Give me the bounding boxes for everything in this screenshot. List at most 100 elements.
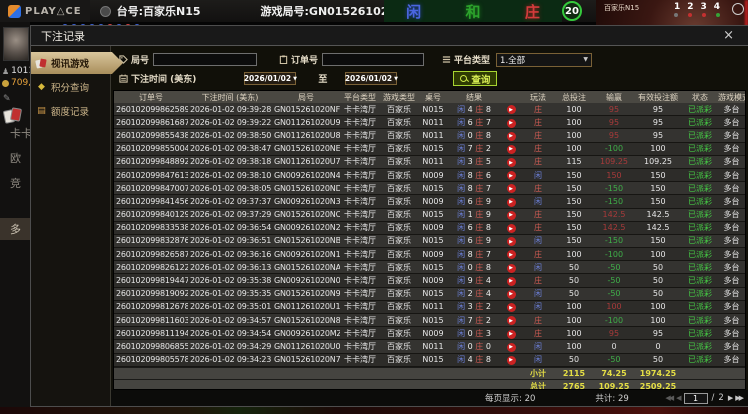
platform-type-label: 平台类型 (442, 53, 490, 66)
close-icon[interactable]: × (719, 29, 738, 42)
sidebar-item-1[interactable]: ◆ 积分查询 (31, 76, 110, 98)
replay-icon[interactable]: ▶ (506, 131, 516, 141)
subtotal-label: 小计 (530, 369, 546, 378)
lobby-nav-item[interactable]: 欧 (0, 150, 30, 166)
sidebar-item-2[interactable]: ▤ 额度记录 (31, 100, 110, 122)
replay-icon[interactable]: ▶ (506, 197, 516, 207)
platform-type: 卡卡湾厅 (344, 170, 376, 180)
edit-icon[interactable]: ✎ (3, 94, 11, 104)
coin-icon (2, 79, 9, 87)
total-bet: 150 (566, 196, 582, 206)
bet-area-player[interactable]: 闲 (406, 1, 421, 22)
order-filter-label: 订单号 (279, 53, 318, 66)
table-row: 260102099840129 2026-01-02 09:37:29 GN0152… (114, 208, 745, 222)
replay-icon[interactable]: ▶ (506, 342, 516, 352)
round-number: GN015261020N8 (274, 315, 340, 325)
total-bet: 100 (566, 341, 582, 351)
table-number: N015 (422, 355, 444, 365)
round-number: GN015261020NB (274, 236, 340, 246)
replay-icon[interactable]: ▶ (506, 224, 516, 234)
replay-icon[interactable]: ▶ (506, 144, 516, 154)
replay-icon[interactable]: ▶ (506, 158, 516, 168)
bet-time: 2026-01-02 09:38:18 (190, 157, 272, 167)
replay-icon[interactable]: ▶ (506, 237, 516, 247)
round-number: GN011261020U0 (274, 341, 340, 351)
round-number: GN015261020N9 (274, 289, 340, 299)
play-type: 庄 (534, 315, 542, 325)
replay-icon[interactable]: ▶ (506, 276, 516, 286)
user-id: 1011 (11, 66, 30, 76)
replay-icon[interactable]: ▶ (506, 316, 516, 326)
table-number: N011 (422, 130, 444, 140)
replay-icon[interactable]: ▶ (506, 289, 516, 299)
lobby-nav-item[interactable]: 卡卡 (0, 125, 30, 141)
round-number-input[interactable] (153, 53, 258, 66)
order-number: 260102099862589 (116, 104, 188, 114)
bet-area-banker[interactable]: 庄 (525, 1, 540, 22)
prev-page-icon[interactable]: ◀ (676, 394, 682, 402)
date-from-value: 2026/01/02 (243, 74, 292, 83)
table-row: 260102099811194 2026-01-02 09:34:54 GN0092… (114, 327, 745, 341)
status-badge: 已派彩 (688, 328, 712, 338)
total-bet: 150 (566, 210, 582, 220)
order-number-input[interactable] (322, 53, 425, 66)
status-badge: 已派彩 (688, 289, 712, 299)
table-number: N009 (422, 223, 444, 233)
play-type: 庄 (534, 249, 542, 259)
replay-icon[interactable]: ▶ (506, 263, 516, 273)
replay-cell: ▶ (500, 157, 522, 168)
column-header: 桌号 (425, 92, 441, 102)
lobby-nav-item[interactable]: 竞 (0, 175, 30, 191)
platform-type-select[interactable]: 1.全部 ▼ (496, 52, 593, 67)
bet-time: 2026-01-02 09:36:51 (190, 236, 272, 246)
valid-bet: 100 (650, 249, 666, 259)
round-number: GN011261020U1 (274, 302, 340, 312)
platform-type: 卡卡湾厅 (344, 210, 376, 220)
round-filter-label: 局号 (119, 53, 149, 66)
bet-area-tie[interactable]: 和 (465, 1, 480, 22)
bet-records-table: 订单号 下注时间 (美东) 局号 平台类型 游戏类型 桌号 结果 玩法 总投注 输赢 有效投注额 状态… (113, 90, 746, 390)
user-balance: 709, (11, 78, 30, 88)
replay-icon[interactable]: ▶ (506, 171, 516, 181)
table-row: 260102099812678 2026-01-02 09:35:01 GN0112… (114, 300, 745, 314)
search-button[interactable]: 查询 (453, 71, 498, 86)
replay-icon[interactable]: ▶ (506, 329, 516, 339)
replay-icon[interactable]: ▶ (506, 184, 516, 194)
replay-icon[interactable]: ▶ (506, 105, 516, 115)
replay-cell: ▶ (500, 117, 522, 128)
game-type: 百家乐 (387, 302, 411, 312)
seat-numbers: 1234 (674, 2, 720, 12)
replay-icon[interactable]: ▶ (506, 210, 516, 220)
replay-cell: ▶ (500, 209, 522, 220)
user-avatar[interactable] (3, 27, 29, 61)
date-from-picker[interactable]: 2026/01/02 ▼ (243, 72, 297, 85)
sidebar-item-0[interactable]: 视讯游戏 (31, 52, 123, 74)
table-number: N011 (422, 341, 444, 351)
date-to-picker[interactable]: 2026/01/02 ▼ (345, 72, 398, 85)
replay-icon[interactable]: ▶ (506, 250, 516, 260)
status-badge: 已派彩 (688, 144, 712, 154)
bet-time: 2026-01-02 09:35:01 (190, 302, 272, 312)
replay-icon[interactable]: ▶ (506, 303, 516, 313)
replay-cell: ▶ (500, 130, 522, 141)
round-number: GN011261020U7 (274, 157, 340, 167)
game-type: 百家乐 (387, 315, 411, 325)
lobby-nav-item[interactable]: 多 (0, 218, 30, 240)
next-page-icon[interactable]: ▶ (728, 394, 734, 402)
status-badge: 已派彩 (688, 210, 712, 220)
table-row: 260102099848892 2026-01-02 09:38:18 GN0112… (114, 155, 745, 169)
current-page-input[interactable]: 1 (683, 392, 708, 404)
platform-type: 卡卡湾厅 (344, 223, 376, 233)
order-number: 260102099848892 (116, 157, 188, 167)
replay-icon[interactable]: ▶ (506, 118, 516, 128)
replay-cell: ▶ (500, 170, 522, 181)
result: 闲 3 庄 5 (457, 157, 491, 167)
last-page-icon[interactable]: ▶▶ (735, 394, 744, 402)
result: 闲 6 庄 7 (457, 117, 491, 127)
bet-time: 2026-01-02 09:34:29 (190, 341, 272, 351)
replay-icon[interactable]: ▶ (506, 355, 516, 365)
valid-bet: 50 (652, 289, 664, 299)
first-page-icon[interactable]: ◀◀ (665, 394, 674, 402)
user-balance-row: 709, (2, 78, 30, 88)
game-type: 百家乐 (387, 328, 411, 338)
